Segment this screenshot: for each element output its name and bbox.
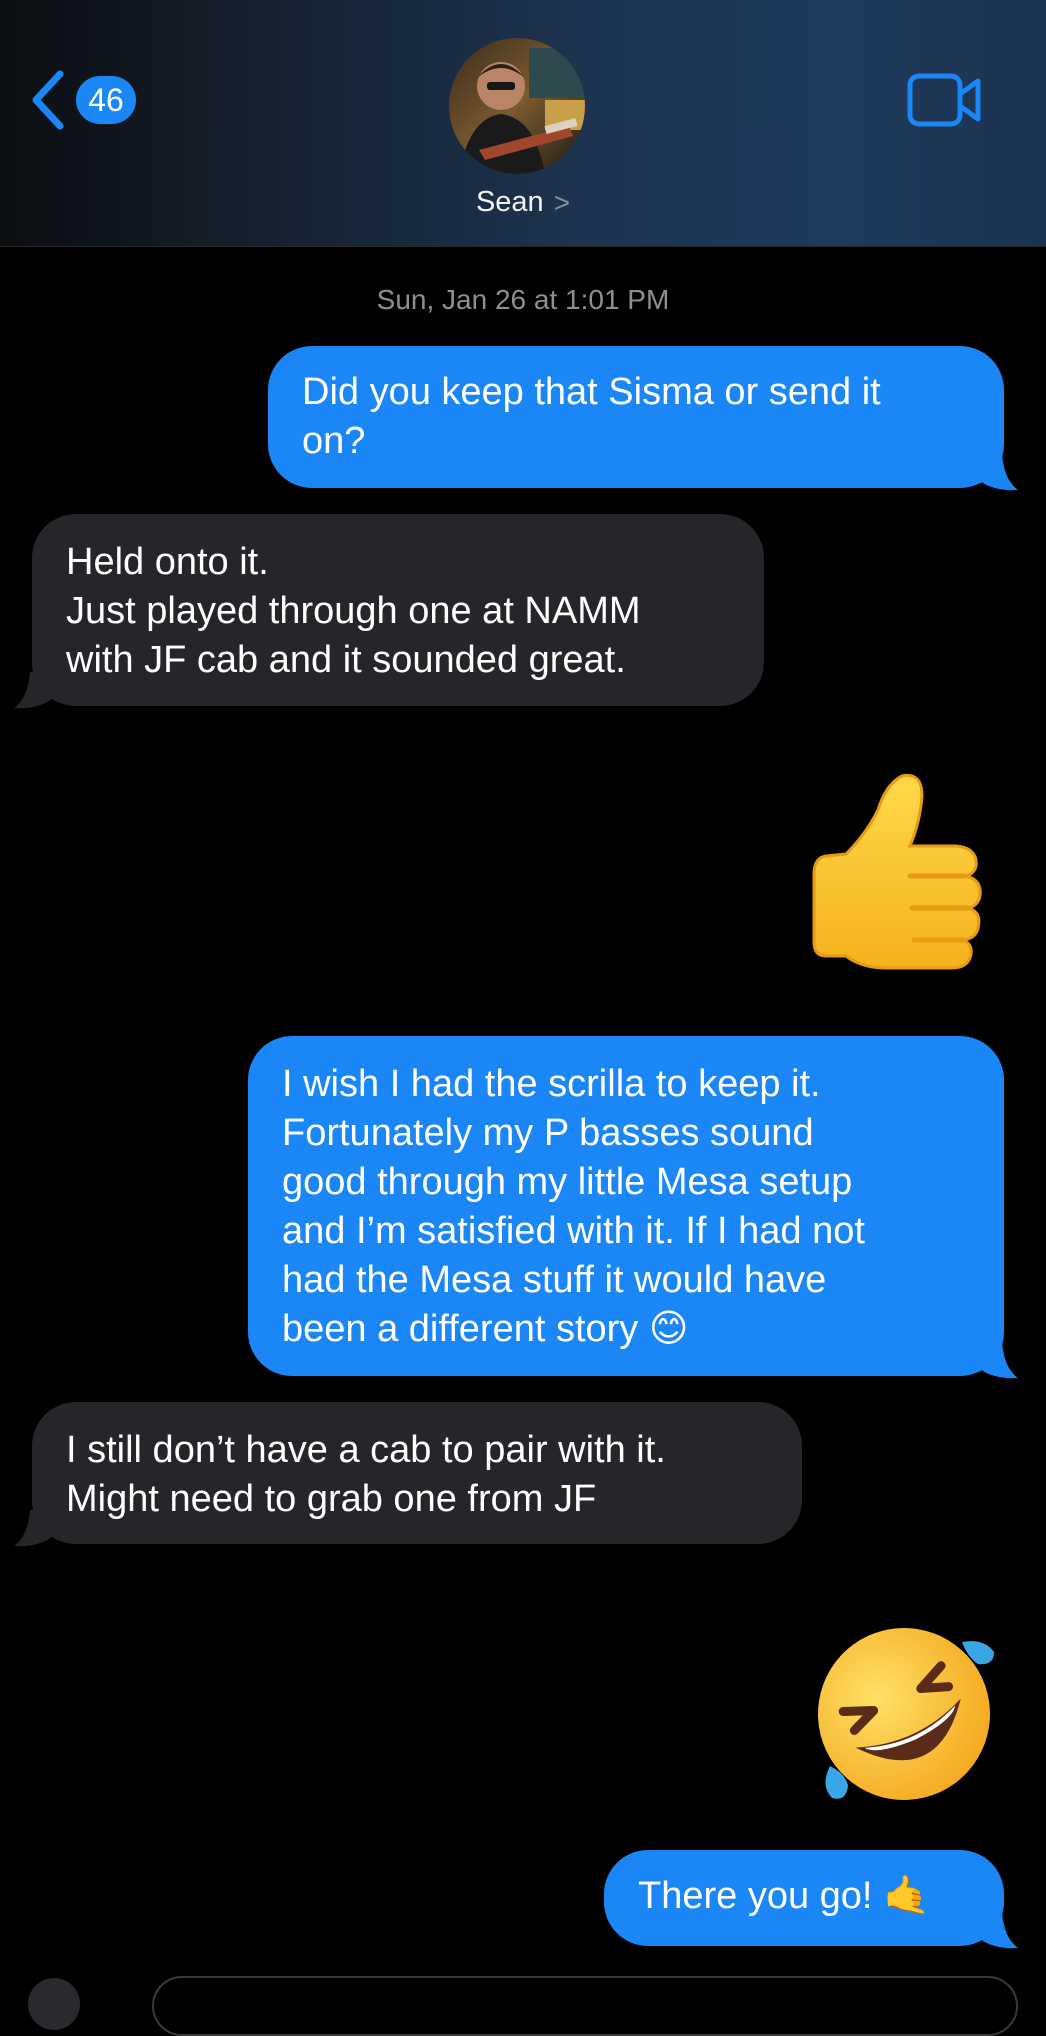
message-timestamp: Sun, Jan 26 at 1:01 PM [376, 284, 670, 315]
bubble-tail [972, 1342, 1018, 1379]
sent-message[interactable]: Did you keep that Sisma or send it on? [268, 346, 1004, 488]
sent-message[interactable]: I wish I had the scrilla to keep it. For… [248, 1036, 1004, 1376]
sent-message[interactable]: There you go! 🤙 [604, 1850, 1004, 1946]
received-message[interactable]: I still don’t have a cab to pair with it… [32, 1402, 802, 1544]
chevron-left-icon [32, 70, 64, 130]
message-input[interactable] [152, 1976, 1018, 2036]
received-message[interactable]: Held onto it. Just played through one at… [32, 514, 764, 706]
chevron-right-icon: > [553, 186, 571, 218]
video-call-button[interactable] [906, 72, 984, 128]
video-camera-icon [907, 73, 981, 127]
avatar[interactable] [449, 38, 585, 174]
thumbs-up-emoji[interactable] [806, 770, 1002, 970]
unread-count-badge: 46 [76, 76, 136, 124]
add-attachment-button[interactable] [28, 1978, 80, 2030]
bubble-tail [14, 672, 60, 709]
back-button[interactable]: 46 [28, 68, 136, 132]
contact-name-button[interactable]: Sean > [0, 186, 1046, 219]
bubble-tail [972, 454, 1018, 491]
rolling-on-floor-laughing-emoji[interactable] [806, 1616, 1002, 1812]
contact-name: Sean [475, 186, 544, 218]
bubble-tail [14, 1510, 60, 1547]
conversation-header: 46 Sean > [0, 0, 1046, 247]
bubble-tail [972, 1912, 1018, 1949]
